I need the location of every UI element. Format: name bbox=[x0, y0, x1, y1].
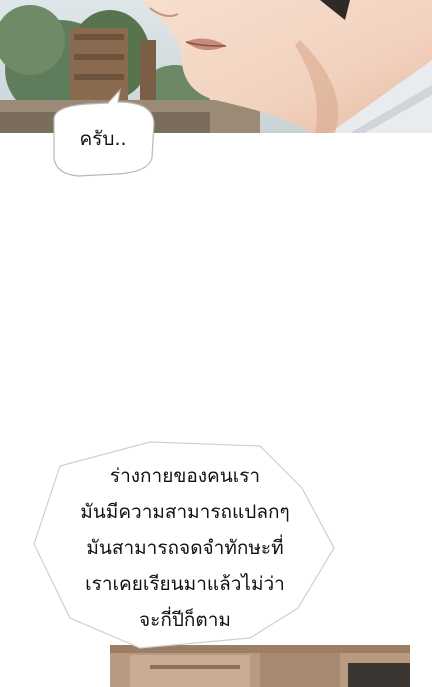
speech-bubble-narration: ร่างกายของคนเรา มันมีความสามารถแปลกๆ มัน… bbox=[30, 440, 340, 650]
comic-panel-bottom bbox=[110, 645, 410, 687]
reply-text: ครับ.. bbox=[79, 128, 127, 150]
panel-art-interior bbox=[110, 645, 410, 687]
narration-line: ร่างกายของคนเรา bbox=[109, 465, 261, 487]
narration-line: เราเคยเรียนมาแล้วไม่ว่า bbox=[85, 573, 285, 595]
narration-line: มันสามารถจดจำทักษะที่ bbox=[86, 537, 284, 559]
narration-line: มันมีความสามารถแปลกๆ bbox=[80, 501, 290, 523]
narration-line: จะกี่ปีก็ตาม bbox=[139, 609, 231, 631]
speech-bubble-reply: ครับ.. bbox=[48, 88, 158, 180]
